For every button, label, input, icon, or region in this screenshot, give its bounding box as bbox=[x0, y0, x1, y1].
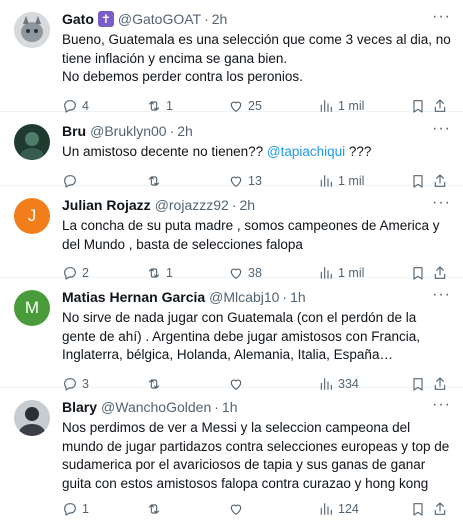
tweet-text: No sirve de nada jugar con Guatemala (co… bbox=[62, 310, 420, 362]
avatar-image bbox=[14, 400, 50, 436]
more-options-icon[interactable]: ··· bbox=[432, 397, 451, 413]
bookmark-icon bbox=[413, 503, 423, 516]
tweet-text-line: Bueno, Guatemala es una selección que co… bbox=[62, 32, 451, 66]
display-name[interactable]: Gato bbox=[62, 10, 94, 28]
tweet[interactable]: M Matias Hernan Garcia @Mlcabj10 · 1h ··… bbox=[0, 278, 463, 391]
like-button[interactable] bbox=[228, 501, 318, 517]
separator-dot: · bbox=[231, 197, 237, 213]
more-options-icon[interactable]: ··· bbox=[432, 195, 451, 211]
display-name[interactable]: Julian Rojazz bbox=[62, 196, 151, 214]
tweet[interactable]: J Julian Rojazz @rojazzz92 · 2h ··· La c… bbox=[0, 186, 463, 280]
tweet-text: La concha de su puta madre , somos campe… bbox=[62, 218, 440, 252]
reply-button[interactable]: 1 bbox=[62, 501, 146, 517]
timestamp[interactable]: 2h bbox=[212, 10, 228, 28]
avatar-letter: J bbox=[27, 206, 37, 225]
avatar-image bbox=[14, 12, 50, 48]
timestamp[interactable]: 1h bbox=[290, 288, 306, 306]
avatar-image bbox=[14, 124, 50, 160]
view-count: 1 mil bbox=[338, 98, 365, 113]
like-count: 25 bbox=[248, 98, 262, 113]
more-options-icon[interactable]: ··· bbox=[432, 9, 451, 25]
display-name[interactable]: Matias Hernan Garcia bbox=[62, 288, 205, 306]
cross-badge-icon: ✝ bbox=[97, 11, 114, 27]
more-options-icon[interactable]: ··· bbox=[432, 287, 451, 303]
display-name[interactable]: Blary bbox=[62, 398, 97, 416]
tweet-text-part: ??? bbox=[345, 144, 372, 159]
retweet-icon bbox=[148, 504, 160, 514]
more-options-icon[interactable]: ··· bbox=[432, 121, 451, 137]
tweet-header: Matias Hernan Garcia @Mlcabj10 · 1h bbox=[62, 288, 453, 306]
username[interactable]: @WanchoGolden bbox=[101, 398, 211, 416]
analytics-icon bbox=[320, 503, 332, 515]
heart-icon bbox=[230, 504, 242, 515]
separator-dot: · bbox=[214, 399, 219, 415]
tweet-text: Bueno, Guatemala es una selección que co… bbox=[62, 31, 453, 87]
separator-dot: · bbox=[282, 289, 288, 305]
tweet-header: Bru @Bruklyn00 · 2h bbox=[62, 122, 453, 140]
username[interactable]: @GatoGOAT bbox=[118, 10, 201, 28]
avatar[interactable] bbox=[14, 124, 50, 160]
action-bar: 1 124 bbox=[62, 493, 453, 525]
avatar[interactable] bbox=[14, 12, 50, 48]
tweet-text: Nos perdimos de ver a Messi y la selecci… bbox=[62, 420, 450, 491]
tweet-text-line: No debemos perder contra los peronios. bbox=[62, 69, 303, 84]
separator-dot: · bbox=[204, 11, 209, 27]
avatar[interactable] bbox=[14, 400, 50, 436]
mention-link[interactable]: @tapiachiqui bbox=[267, 144, 345, 159]
share-icon bbox=[434, 502, 446, 515]
timestamp[interactable]: 2h bbox=[240, 196, 256, 214]
username[interactable]: @Bruklyn00 bbox=[90, 122, 166, 140]
retweet-button[interactable] bbox=[146, 501, 228, 517]
avatar[interactable]: M bbox=[14, 290, 50, 326]
username[interactable]: @Mlcabj10 bbox=[209, 288, 279, 306]
tweet[interactable]: Bru @Bruklyn00 · 2h ··· Un amistoso dece… bbox=[0, 112, 463, 188]
username[interactable]: @rojazzz92 bbox=[155, 196, 229, 214]
timestamp[interactable]: 1h bbox=[222, 398, 238, 416]
tweet-header: Gato ✝ @GatoGOAT · 2h bbox=[62, 10, 453, 28]
view-count: 124 bbox=[338, 502, 359, 516]
timestamp[interactable]: 2h bbox=[177, 122, 193, 140]
avatar-letter: M bbox=[24, 298, 40, 317]
bookmark-button[interactable] bbox=[410, 501, 432, 517]
avatar[interactable]: J bbox=[14, 198, 50, 234]
reply-icon bbox=[64, 503, 76, 516]
tweet[interactable]: Blary @WanchoGolden · 1h ··· Nos perdimo… bbox=[0, 388, 463, 516]
display-name[interactable]: Bru bbox=[62, 122, 86, 140]
tweet[interactable]: Gato ✝ @GatoGOAT · 2h ··· Bueno, Guatema… bbox=[0, 0, 463, 113]
tweet-header: Blary @WanchoGolden · 1h bbox=[62, 398, 453, 416]
tweet-text-part: Un amistoso decente no tienen?? bbox=[62, 144, 267, 159]
share-button[interactable] bbox=[432, 501, 448, 517]
reply-count: 1 bbox=[82, 502, 89, 516]
separator-dot: · bbox=[169, 123, 175, 139]
retweet-count: 1 bbox=[166, 98, 173, 113]
reply-count: 4 bbox=[82, 98, 89, 113]
tweet-header: Julian Rojazz @rojazzz92 · 2h bbox=[62, 196, 453, 214]
views-button[interactable]: 124 bbox=[318, 501, 410, 517]
tweet-text: Un amistoso decente no tienen?? @tapiach… bbox=[62, 143, 453, 162]
reply-feed: Gato ✝ @GatoGOAT · 2h ··· Bueno, Guatema… bbox=[0, 0, 463, 516]
